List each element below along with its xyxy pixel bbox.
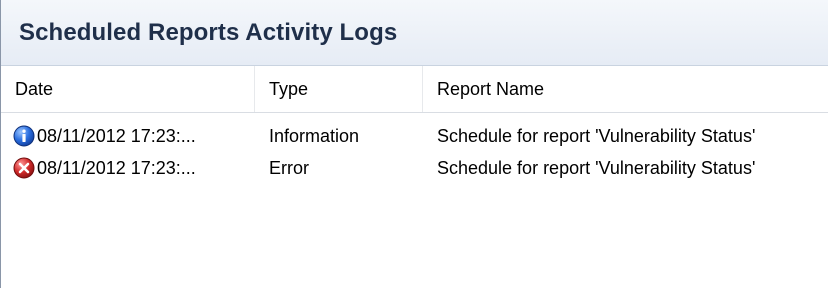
type-cell: Error	[269, 157, 309, 178]
grid-header: Date Type Report Name	[1, 66, 828, 113]
activity-log-grid[interactable]: Date Type Report Name 08/11/2012 17:23:.…	[1, 66, 828, 184]
date-text: 08/11/2012 17:23:...	[37, 157, 196, 178]
column-header-type[interactable]: Type	[255, 66, 423, 112]
table-row[interactable]: 08/11/2012 17:23:... Error Schedule for …	[1, 152, 828, 184]
date-cell: 08/11/2012 17:23:...	[1, 157, 255, 179]
report-name-cell: Schedule for report 'Vulnerability Statu…	[437, 157, 756, 178]
date-cell: 08/11/2012 17:23:...	[1, 125, 255, 147]
type-cell: Information	[269, 125, 360, 146]
panel-header: Scheduled Reports Activity Logs	[1, 0, 828, 66]
column-header-date[interactable]: Date	[1, 66, 255, 112]
error-icon	[13, 157, 35, 179]
table-row[interactable]: 08/11/2012 17:23:... Information Schedul…	[1, 120, 828, 152]
grid-rows: 08/11/2012 17:23:... Information Schedul…	[1, 113, 828, 184]
panel-title: Scheduled Reports Activity Logs	[19, 18, 398, 46]
info-icon	[13, 125, 35, 147]
date-text: 08/11/2012 17:23:...	[37, 125, 196, 146]
column-header-report-name[interactable]: Report Name	[423, 66, 827, 112]
report-name-cell: Schedule for report 'Vulnerability Statu…	[437, 125, 756, 146]
activity-logs-panel: Scheduled Reports Activity Logs Date Typ…	[0, 0, 828, 288]
